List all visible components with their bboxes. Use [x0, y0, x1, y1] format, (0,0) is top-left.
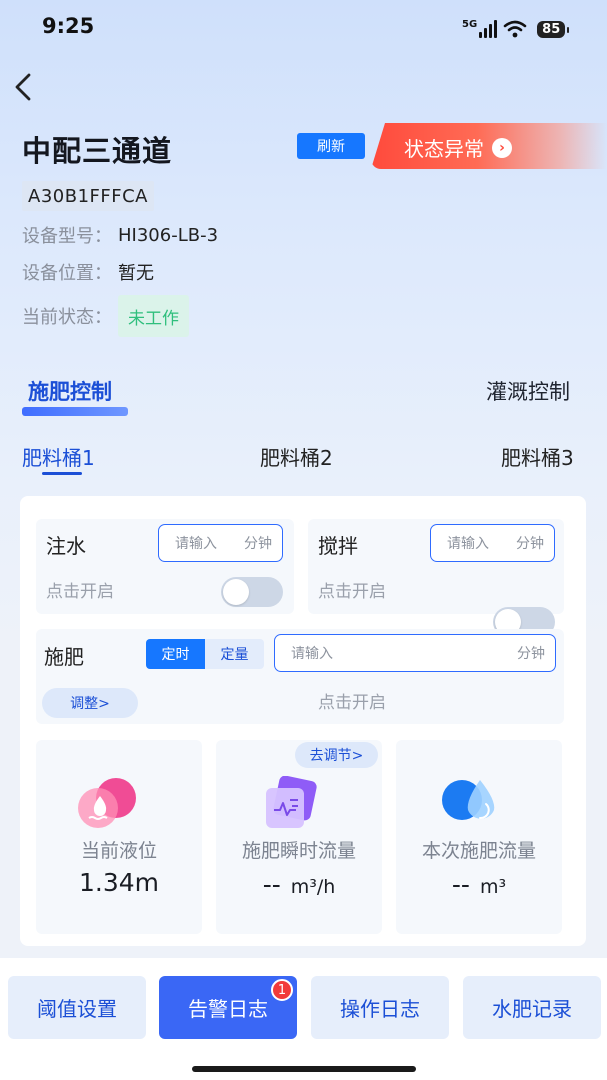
- wifi-icon: [503, 20, 527, 38]
- water-fertilizer-record-button[interactable]: 水肥记录: [463, 976, 601, 1039]
- flow-total-unit: m³: [479, 876, 507, 898]
- chevron-left-icon: [15, 73, 31, 101]
- device-id: A30B1FFFCA: [22, 181, 154, 211]
- chevron-right-icon: ›: [492, 137, 512, 158]
- alarm-status-link[interactable]: 状态异常 ›: [404, 133, 512, 162]
- stat-flow-total: 本次施肥流量 -- m³: [396, 740, 562, 934]
- water-label: 注水: [46, 534, 86, 558]
- operation-log-button[interactable]: 操作日志: [311, 976, 449, 1039]
- flow-total-number: --: [451, 870, 470, 899]
- fertilize-input-unit: 分钟: [517, 646, 545, 662]
- device-location-label: 设备位置：: [22, 263, 112, 284]
- threshold-settings-button[interactable]: 阈值设置: [8, 976, 146, 1039]
- device-model-value: HI306-LB-3: [118, 224, 219, 246]
- flow-rate-icon: [266, 776, 317, 828]
- fertilize-mode-switch: 定时 定量: [146, 639, 264, 669]
- tab-bucket-2[interactable]: 肥料桶2: [260, 442, 333, 471]
- back-button[interactable]: [10, 72, 40, 102]
- status-time: 9:25: [42, 14, 95, 38]
- tab-irrigation-control[interactable]: 灌溉控制: [486, 376, 570, 406]
- tab-active-indicator: [22, 407, 128, 416]
- fertilize-adjust-button[interactable]: 调整>: [42, 688, 138, 718]
- stat-level-label: 当前液位: [80, 840, 157, 862]
- battery-icon: 85: [537, 20, 570, 38]
- device-model-label: 设备型号：: [22, 226, 112, 247]
- flow-adjust-button[interactable]: 去调节>: [295, 742, 378, 768]
- stir-toggle-label: 点击开启: [318, 582, 386, 602]
- water-input-placeholder: 请输入: [175, 536, 217, 552]
- status-icons: 5G 85: [462, 16, 570, 42]
- water-level-icon: [78, 778, 136, 828]
- device-location-row: 设备位置： 暂无: [22, 258, 154, 286]
- stir-input-unit: 分钟: [516, 536, 544, 552]
- stir-input-placeholder: 请输入: [447, 536, 489, 552]
- sub-tab-active-indicator: [42, 472, 82, 475]
- page-title: 中配三通道: [22, 134, 173, 168]
- device-state-label: 当前状态：: [22, 307, 112, 328]
- alarm-count-badge: 1: [271, 979, 293, 1001]
- stat-level: 当前液位 1.34m: [36, 740, 202, 934]
- device-state-badge: 未工作: [118, 295, 189, 337]
- home-indicator[interactable]: [192, 1066, 416, 1072]
- refresh-button[interactable]: 刷新: [297, 133, 365, 159]
- tab-bucket-1[interactable]: 肥料桶1: [22, 442, 95, 471]
- water-input-unit: 分钟: [244, 536, 272, 552]
- flow-rate-number: --: [262, 870, 281, 899]
- stat-flow-rate-label: 施肥瞬时流量: [241, 840, 356, 862]
- fertilize-label: 施肥: [44, 645, 84, 669]
- stat-level-value: 1.34m: [78, 868, 160, 897]
- mode-quantity-button[interactable]: 定量: [205, 639, 264, 669]
- tab-fertilize-control[interactable]: 施肥控制: [28, 376, 112, 406]
- fertilize-input[interactable]: 请输入 分钟: [274, 634, 556, 672]
- water-toggle-label: 点击开启: [46, 582, 114, 602]
- tab-bucket-3[interactable]: 肥料桶3: [501, 442, 574, 471]
- stir-duration-input[interactable]: 请输入 分钟: [430, 524, 555, 562]
- device-location-value: 暂无: [118, 263, 154, 284]
- stat-flow-rate-value: -- m³/h: [216, 870, 382, 899]
- device-state-row: 当前状态： 未工作: [22, 295, 189, 337]
- stat-flow-total-label: 本次施肥流量: [421, 840, 536, 862]
- stat-flow-rate: 去调节> 施肥瞬时流量 -- m³/h: [216, 740, 382, 934]
- mode-timed-button[interactable]: 定时: [146, 639, 205, 669]
- signal-icon: [479, 20, 498, 38]
- stat-flow-total-value: -- m³: [396, 870, 562, 899]
- fertilize-toggle-label: 点击开启: [318, 693, 386, 713]
- stir-label: 搅拌: [318, 534, 358, 558]
- network-type: 5G: [462, 19, 478, 30]
- water-drop-icon: [442, 780, 495, 820]
- fertilize-input-placeholder: 请输入: [291, 646, 333, 662]
- alarm-status-label: 状态异常: [404, 137, 484, 161]
- flow-rate-unit: m³/h: [290, 876, 336, 898]
- device-model-row: 设备型号： HI306-LB-3: [22, 221, 218, 249]
- water-duration-input[interactable]: 请输入 分钟: [158, 524, 283, 562]
- water-toggle[interactable]: [221, 577, 283, 607]
